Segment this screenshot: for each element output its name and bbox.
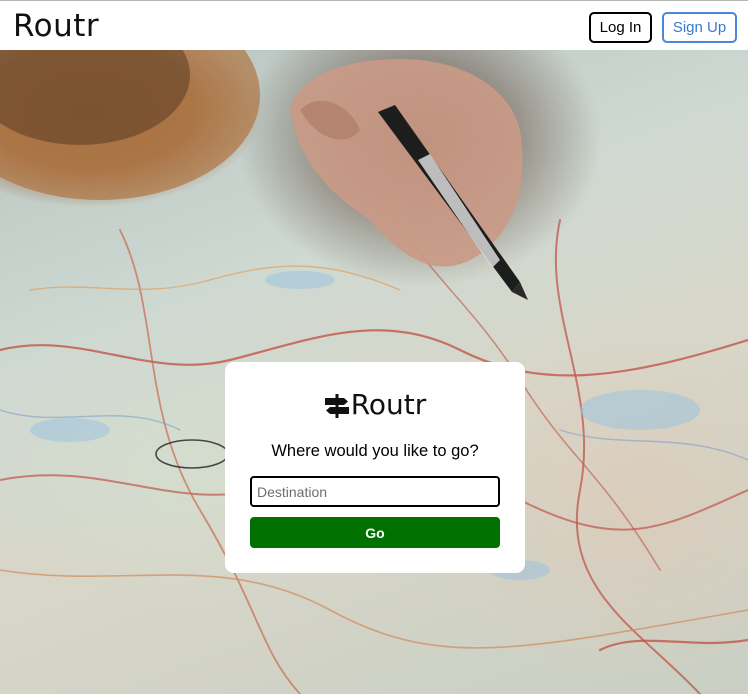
signpost-icon — [324, 393, 349, 418]
signup-button[interactable]: Sign Up — [662, 12, 737, 43]
login-button[interactable]: Log In — [589, 12, 652, 43]
card-logo-text: Routr — [350, 388, 427, 421]
destination-input[interactable] — [250, 476, 500, 507]
top-navbar: Routr Log In Sign Up — [0, 0, 748, 50]
destination-prompt: Where would you like to go? — [271, 442, 479, 460]
brand-logo[interactable]: Routr — [13, 8, 99, 44]
card-logo: Routr — [225, 388, 525, 421]
hero-background-photo: Routr Where would you like to go? Go — [0, 50, 748, 694]
destination-card: Routr Where would you like to go? Go — [225, 362, 525, 573]
go-button[interactable]: Go — [250, 517, 500, 548]
